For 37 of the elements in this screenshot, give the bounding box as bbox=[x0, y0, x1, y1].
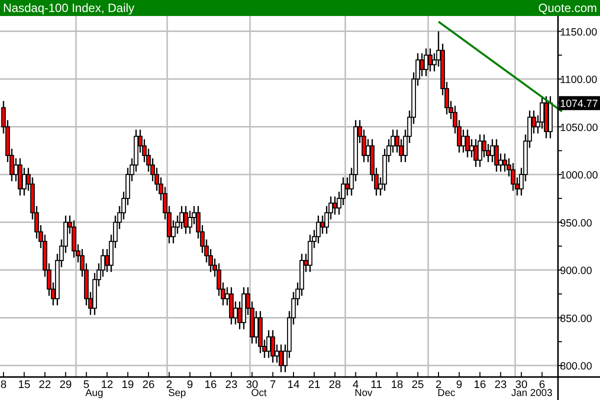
x-axis-label: 14 bbox=[287, 379, 300, 391]
month-label: Oct bbox=[251, 388, 267, 399]
y-axis-label: 850.00 bbox=[560, 312, 592, 325]
x-axis-label: 23 bbox=[494, 379, 507, 391]
x-axis-label: 9 bbox=[186, 379, 193, 391]
x-axis-label: 26 bbox=[142, 379, 155, 391]
month-label: Jan 2003 bbox=[511, 388, 552, 399]
source-label: Quote.com bbox=[538, 2, 597, 14]
x-axis-label: 25 bbox=[412, 379, 424, 391]
month-label: Sep bbox=[168, 388, 186, 399]
month-label: Aug bbox=[85, 388, 104, 399]
y-axis-label: 950.00 bbox=[560, 217, 592, 230]
x-axis-label: 16 bbox=[474, 379, 486, 391]
x-axis-label: 16 bbox=[204, 379, 217, 391]
y-axis-label: 1050.00 bbox=[560, 122, 598, 134]
x-axis-label: 19 bbox=[122, 379, 134, 391]
x-axis-label: 8 bbox=[0, 379, 7, 391]
x-axis-label: 15 bbox=[18, 379, 30, 391]
x-axis-label: 7 bbox=[270, 379, 276, 391]
y-axis-label: 900.00 bbox=[560, 265, 592, 278]
x-axis-label: 11 bbox=[370, 379, 382, 391]
x-axis-label: 22 bbox=[38, 379, 52, 391]
y-axis-label: 1100.00 bbox=[560, 74, 598, 86]
x-axis-label: 9 bbox=[456, 379, 462, 391]
x-axis-label: 23 bbox=[225, 379, 238, 391]
month-label: Nov bbox=[354, 388, 372, 399]
price-tag: 1074.77 bbox=[559, 96, 600, 110]
x-axis-label: 29 bbox=[60, 379, 72, 391]
x-axis-label: 12 bbox=[100, 379, 114, 391]
x-axis-label: 21 bbox=[308, 379, 320, 391]
y-axis-label: 1150.00 bbox=[560, 26, 598, 38]
x-axis-label: 18 bbox=[390, 379, 404, 391]
month-label: Dec bbox=[438, 388, 456, 399]
y-axis-label: 1000.00 bbox=[560, 170, 598, 182]
x-axis-label: 28 bbox=[328, 379, 342, 391]
chart-title: Nasdaq-100 Index, Daily bbox=[3, 2, 134, 14]
y-axis-label: 800.00 bbox=[560, 360, 592, 373]
